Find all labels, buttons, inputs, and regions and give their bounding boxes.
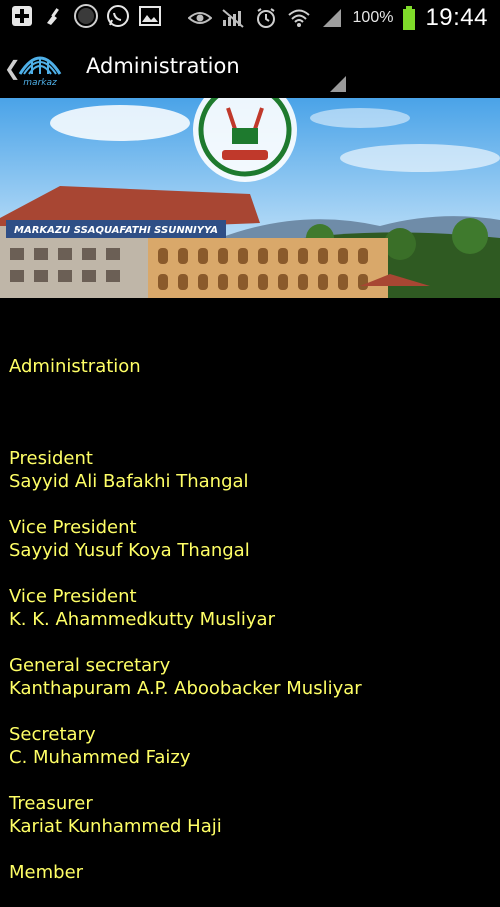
no-signal-icon: [221, 6, 245, 30]
role-title: President: [9, 448, 93, 469]
role-title: Vice President: [9, 586, 137, 607]
list-item: Vice President Sayyid Yusuf Koya Thangal: [9, 516, 491, 562]
battery-percent: 100%: [352, 9, 394, 26]
list-item: Treasurer Kariat Kunhammed Haji: [9, 792, 491, 838]
status-bar: 100% 19:44: [0, 0, 500, 36]
person-name: Sayyid Yusuf Koya Thangal: [9, 540, 250, 561]
wifi-icon: [287, 6, 311, 30]
content-area: Administration President Sayyid Ali Bafa…: [9, 355, 491, 907]
list-item: President Sayyid Ali Bafakhi Thangal: [9, 447, 491, 493]
clock-time: 19:44: [425, 4, 488, 31]
whatsapp-icon: [106, 4, 130, 28]
banner-image: MARKAZU SSAQUAFATHI SSUNNIYYA: [0, 98, 500, 298]
banner-sign-text: MARKAZU SSAQUAFATHI SSUNNIYYA: [14, 225, 218, 236]
list-item: Secretary C. Muhammed Faizy: [9, 723, 491, 769]
role-title: Treasurer: [9, 793, 93, 814]
list-item: General secretary Kanthapuram A.P. Aboob…: [9, 654, 491, 700]
add-icon: [10, 4, 34, 28]
alarm-icon: [254, 6, 278, 30]
status-bar-right: 100% 19:44: [187, 4, 488, 32]
person-name: C. Muhammed Faizy: [9, 747, 191, 768]
broom-icon: [42, 4, 66, 28]
role-title: General secretary: [9, 655, 171, 676]
badge-100-icon: [74, 4, 98, 28]
person-name: Sayyid Ali Bafakhi Thangal: [9, 471, 249, 492]
person-name: Kariat Kunhammed Haji: [9, 816, 222, 837]
person-name: K. K. Ahammedkutty Musliyar: [9, 609, 275, 630]
status-bar-left: [10, 4, 162, 28]
eye-icon: [187, 6, 212, 30]
page-title: Administration: [86, 54, 240, 78]
list-item: Member: [9, 861, 491, 884]
role-title: Secretary: [9, 724, 96, 745]
signal-icon: [320, 6, 344, 30]
role-title: Vice President: [9, 517, 137, 538]
logo-wordmark: markaz: [23, 78, 57, 88]
app-logo[interactable]: markaz: [16, 48, 64, 88]
role-title: Member: [9, 862, 84, 883]
battery-icon: [402, 6, 416, 30]
action-bar: ❮ markaz Administration: [0, 36, 500, 98]
list-item: Vice President K. K. Ahammedkutty Musliy…: [9, 585, 491, 631]
section-heading: Administration: [9, 356, 141, 377]
image-icon: [138, 4, 162, 28]
overflow-corner-icon[interactable]: [330, 76, 346, 92]
person-name: Kanthapuram A.P. Aboobacker Musliyar: [9, 678, 362, 699]
